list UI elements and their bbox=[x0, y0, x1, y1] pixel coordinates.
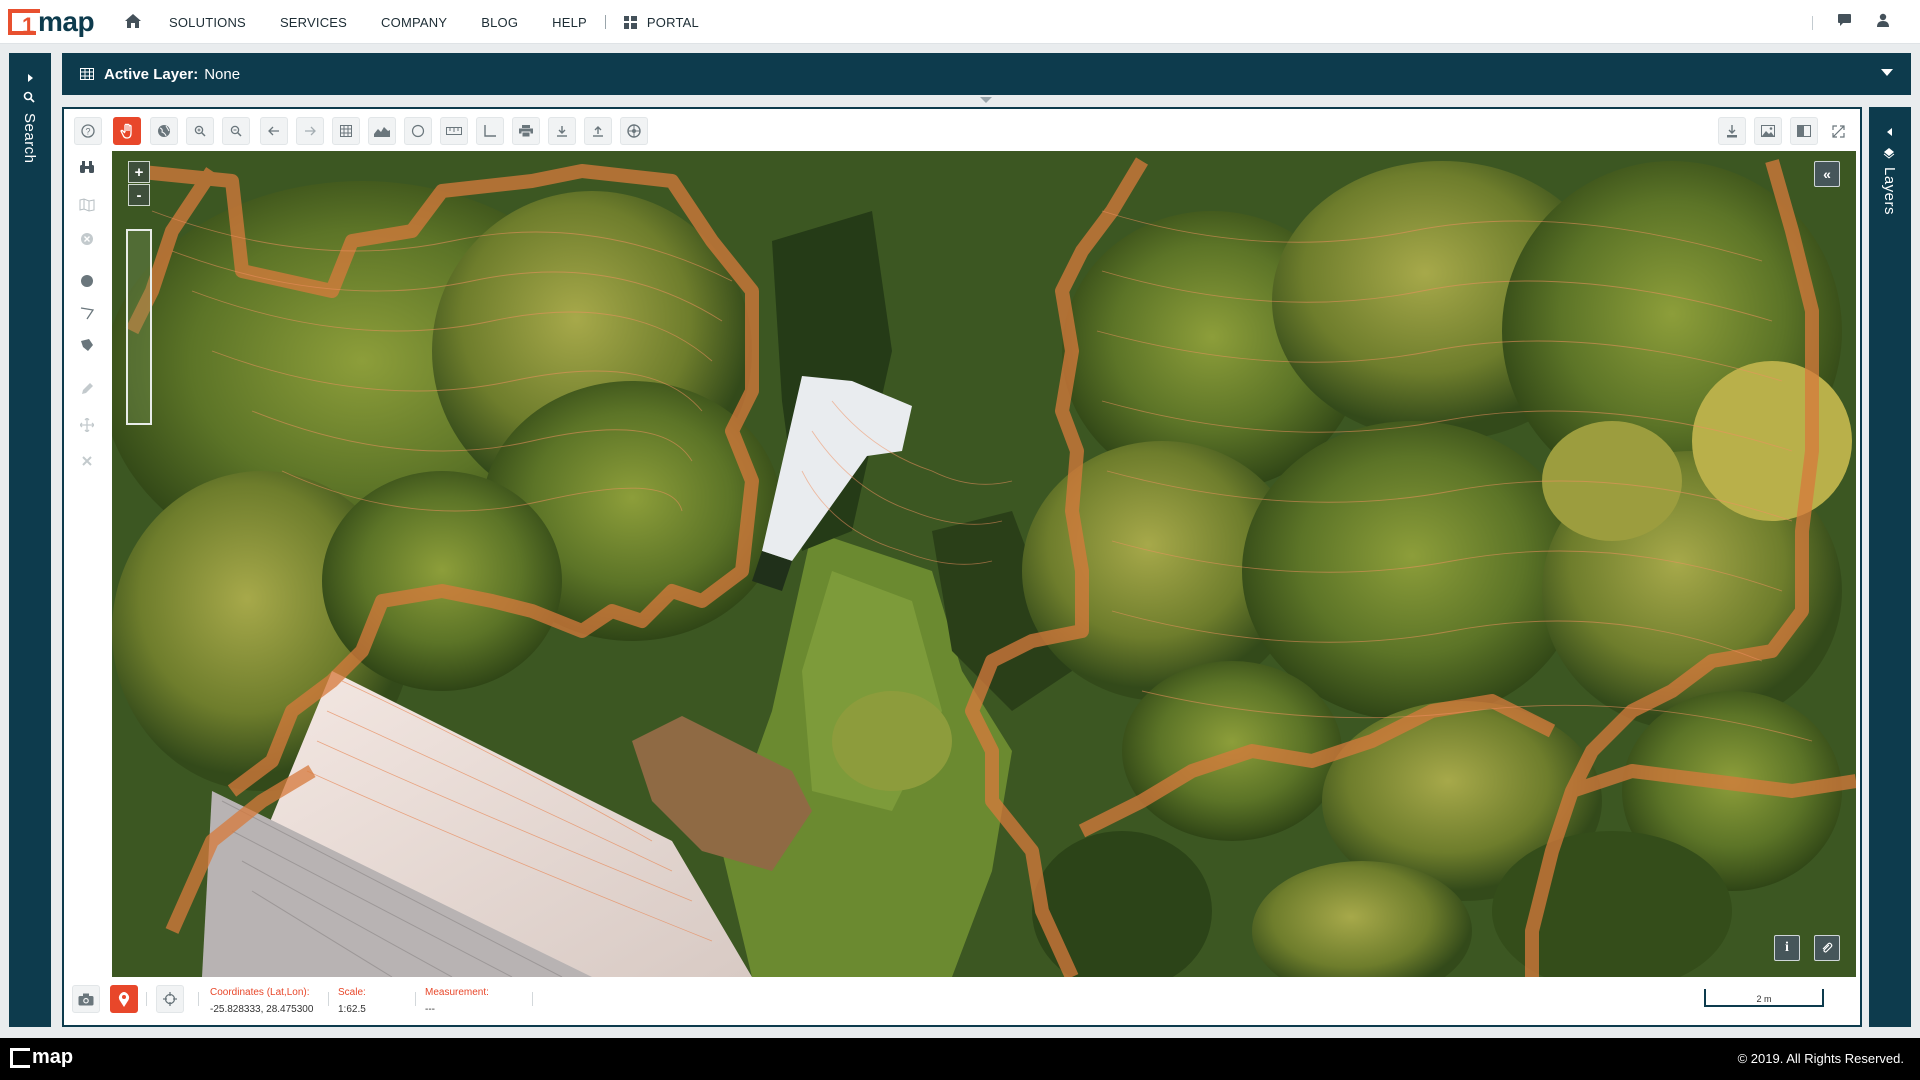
split-view-icon[interactable] bbox=[1790, 117, 1818, 145]
coordinates-value: -25.828333, 28.475300 bbox=[210, 1004, 314, 1015]
circle-icon[interactable] bbox=[404, 117, 432, 145]
attachment-button[interactable] bbox=[1814, 935, 1840, 961]
search-icon bbox=[23, 91, 35, 103]
top-navigation: 1 map SOLUTIONS SERVICES COMPANY BLOG HE… bbox=[0, 0, 1920, 44]
layers-label: Layers bbox=[1881, 167, 1898, 216]
paperclip-icon bbox=[1822, 942, 1833, 953]
active-layer-label: Active Layer: bbox=[104, 65, 199, 83]
zoom-out-button[interactable]: - bbox=[128, 184, 150, 206]
map-toolbar: ? bbox=[64, 109, 1860, 151]
crosshair-icon[interactable] bbox=[156, 985, 184, 1013]
ruler-icon[interactable] bbox=[440, 117, 468, 145]
nav-portal[interactable]: PORTAL bbox=[623, 14, 699, 30]
info-button[interactable]: i bbox=[1774, 935, 1800, 961]
layers-icon bbox=[1883, 148, 1895, 159]
pan-hand-icon[interactable] bbox=[113, 117, 141, 145]
nav-solutions[interactable]: SOLUTIONS bbox=[169, 15, 246, 30]
brand-logo[interactable]: 1 map bbox=[8, 6, 95, 38]
footer-logo-text: map bbox=[32, 1046, 74, 1068]
collapse-handle-icon[interactable] bbox=[980, 97, 992, 103]
map-icon[interactable] bbox=[73, 191, 101, 219]
expand-arrow-icon[interactable] bbox=[25, 73, 35, 83]
map-panel: ? + - « i Coordinates (Lat,Lon): -25.828… bbox=[62, 107, 1862, 1027]
status-divider bbox=[328, 992, 329, 1006]
aerial-imagery bbox=[112, 151, 1856, 977]
grid-icon bbox=[623, 15, 637, 29]
drawing-tools bbox=[64, 151, 110, 976]
nav-portal-label: PORTAL bbox=[646, 14, 699, 30]
scale-bar: 2 m bbox=[1704, 989, 1824, 1007]
help-icon[interactable]: ? bbox=[74, 117, 102, 145]
svg-text:?: ? bbox=[85, 127, 90, 137]
coordinates-field: Coordinates (Lat,Lon): -25.828333, 28.47… bbox=[210, 987, 313, 1015]
footer-logo[interactable]: map bbox=[10, 1046, 73, 1069]
table-icon bbox=[80, 68, 94, 80]
nav-help[interactable]: HELP bbox=[552, 15, 587, 30]
elevation-profile-icon[interactable] bbox=[368, 117, 396, 145]
zoom-in-icon[interactable] bbox=[186, 117, 214, 145]
nav-right-divider bbox=[1812, 15, 1813, 30]
status-divider bbox=[532, 992, 533, 1006]
status-divider bbox=[415, 992, 416, 1006]
active-layer-value: None bbox=[204, 65, 241, 83]
footer: map © 2019. All Rights Reserved. bbox=[0, 1038, 1920, 1080]
zoom-out-icon[interactable] bbox=[222, 117, 250, 145]
status-bar: Coordinates (Lat,Lon): -25.828333, 28.47… bbox=[64, 977, 1860, 1025]
status-divider bbox=[198, 992, 199, 1006]
back-arrow-icon[interactable] bbox=[260, 117, 288, 145]
table-icon[interactable] bbox=[332, 117, 360, 145]
scale-label: Scale: bbox=[338, 987, 366, 998]
camera-icon[interactable] bbox=[72, 985, 100, 1013]
scale-value: 1:62.5 bbox=[338, 1004, 366, 1015]
layers-sidebar[interactable]: Layers bbox=[1869, 107, 1911, 1027]
logo-mark: 1 bbox=[8, 9, 40, 38]
measurement-field: Measurement: --- bbox=[425, 987, 489, 1015]
nav-right-actions bbox=[1812, 13, 1890, 32]
edit-pencil-icon[interactable] bbox=[73, 375, 101, 403]
chevron-down-icon[interactable] bbox=[1881, 69, 1893, 76]
nav-services[interactable]: SERVICES bbox=[280, 15, 347, 30]
move-icon[interactable] bbox=[73, 411, 101, 439]
settings-wheel-icon[interactable] bbox=[620, 117, 648, 145]
forward-arrow-icon[interactable] bbox=[296, 117, 324, 145]
globe-icon[interactable] bbox=[150, 117, 178, 145]
download-icon[interactable] bbox=[548, 117, 576, 145]
home-icon[interactable] bbox=[124, 13, 142, 29]
fullscreen-icon[interactable] bbox=[1824, 117, 1852, 145]
active-layer-bar[interactable]: Active Layer: None bbox=[62, 53, 1911, 95]
image-export-icon[interactable] bbox=[1754, 117, 1782, 145]
scale-field: Scale: 1:62.5 bbox=[338, 987, 366, 1015]
draw-circle-icon[interactable] bbox=[73, 267, 101, 295]
copyright-text: © 2019. All Rights Reserved. bbox=[1737, 1051, 1904, 1066]
expand-arrow-icon[interactable] bbox=[1885, 127, 1895, 137]
zoom-slider[interactable] bbox=[126, 229, 152, 425]
measurement-label: Measurement: bbox=[425, 987, 489, 998]
measurement-value: --- bbox=[425, 1004, 435, 1015]
status-divider bbox=[146, 992, 147, 1006]
delete-x-icon[interactable] bbox=[73, 447, 101, 475]
nav-company[interactable]: COMPANY bbox=[381, 15, 447, 30]
map-canvas[interactable]: + - « i bbox=[112, 151, 1856, 977]
draw-polygon-icon[interactable] bbox=[73, 331, 101, 359]
nav-blog[interactable]: BLOG bbox=[481, 15, 518, 30]
location-pin-icon[interactable] bbox=[110, 985, 138, 1013]
upload-icon[interactable] bbox=[584, 117, 612, 145]
download-file-icon[interactable] bbox=[1718, 117, 1746, 145]
clear-circle-icon[interactable] bbox=[73, 225, 101, 253]
draw-line-icon[interactable] bbox=[73, 299, 101, 327]
search-sidebar[interactable]: Search bbox=[9, 53, 51, 1027]
logo-text: map bbox=[38, 6, 95, 37]
collapse-panel-button[interactable]: « bbox=[1814, 161, 1840, 187]
zoom-in-button[interactable]: + bbox=[128, 161, 150, 183]
nav-divider bbox=[604, 15, 606, 29]
print-icon[interactable] bbox=[512, 117, 540, 145]
binoculars-icon[interactable] bbox=[73, 153, 101, 181]
coordinates-label: Coordinates (Lat,Lon): bbox=[210, 987, 310, 998]
user-icon[interactable] bbox=[1876, 13, 1890, 32]
footer-logo-mark bbox=[10, 1047, 30, 1068]
main-menu: SOLUTIONS SERVICES COMPANY BLOG HELP POR… bbox=[169, 0, 733, 44]
chat-icon[interactable] bbox=[1837, 13, 1852, 32]
search-label: Search bbox=[21, 113, 38, 164]
angle-icon[interactable] bbox=[476, 117, 504, 145]
